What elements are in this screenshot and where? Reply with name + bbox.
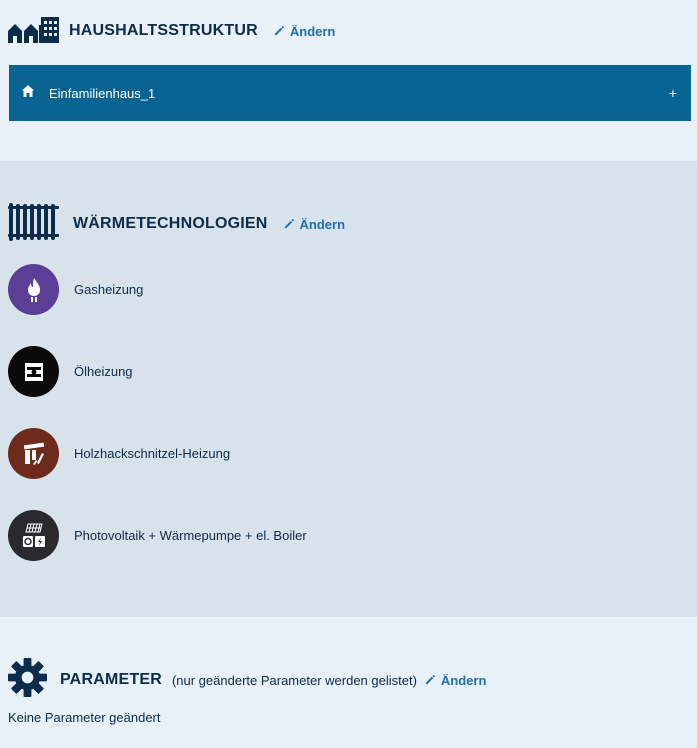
buildings-icon <box>8 15 59 48</box>
params-edit-label: Ändern <box>440 672 487 688</box>
heat-tech-title: WÄRMETECHNOLOGIEN <box>73 215 268 232</box>
solar-heatpump-icon <box>8 510 59 561</box>
household-edit-label: Ändern <box>289 23 336 39</box>
params-title: PARAMETER <box>60 671 162 688</box>
expand-button[interactable]: + <box>669 85 677 101</box>
household-header: HAUSHALTSSTRUKTUR Ändern <box>8 16 335 46</box>
tech-label-gas: Gasheizung <box>74 282 144 297</box>
params-empty-text: Keine Parameter geändert <box>8 710 161 725</box>
house-label: Einfamilienhaus_1 <box>49 85 156 101</box>
heat-tech-header: WÄRMETECHNOLOGIEN Ändern <box>8 202 346 246</box>
heat-tech-edit-label: Ändern <box>299 216 346 232</box>
pencil-icon <box>425 673 436 688</box>
pencil-icon <box>274 24 285 39</box>
heat-tech-edit-link[interactable]: Ändern <box>284 216 346 232</box>
tech-item-oil[interactable]: Ölheizung <box>8 346 133 397</box>
household-title: HAUSHALTSSTRUKTUR <box>69 22 258 39</box>
params-header: PARAMETER (nur geänderte Parameter werde… <box>8 658 487 702</box>
household-section: HAUSHALTSSTRUKTUR Ändern Einfamilienhaus… <box>0 0 697 161</box>
home-icon <box>21 84 35 103</box>
tech-label-wood: Holzhackschnitzel-Heizung <box>74 446 231 461</box>
params-note: (nur geänderte Parameter werden gelistet… <box>171 672 417 688</box>
tech-item-pv[interactable]: Photovoltaik + Wärmepumpe + el. Boiler <box>8 510 307 561</box>
gear-icon <box>8 658 47 702</box>
house-item[interactable]: Einfamilienhaus_1 + <box>9 65 691 121</box>
household-edit-link[interactable]: Ändern <box>274 23 336 39</box>
tech-label-oil: Ölheizung <box>74 364 133 379</box>
tech-item-wood[interactable]: Holzhackschnitzel-Heizung <box>8 428 230 479</box>
tech-label-pv: Photovoltaik + Wärmepumpe + el. Boiler <box>74 528 307 543</box>
gas-flame-icon <box>8 264 59 315</box>
pencil-icon <box>284 217 295 232</box>
oil-tank-icon <box>8 346 59 397</box>
radiator-icon <box>8 202 59 246</box>
tech-item-gas[interactable]: Gasheizung <box>8 264 143 315</box>
wood-chips-icon <box>8 428 59 479</box>
params-edit-link[interactable]: Ändern <box>425 672 487 688</box>
